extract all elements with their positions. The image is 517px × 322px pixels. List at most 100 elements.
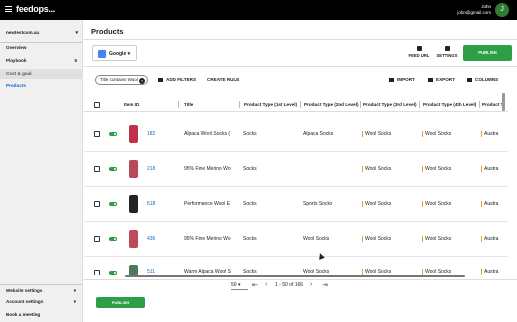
sidebar-item-website-settings[interactable]: Website settings ▾: [0, 286, 82, 296]
table-row[interactable]: 518 Performance Wool E Socks Sports Sock…: [84, 187, 508, 222]
type-l1-cell[interactable]: Socks: [243, 201, 257, 207]
item-id-link[interactable]: 218: [147, 166, 155, 172]
settings-button[interactable]: SETTINGS: [434, 46, 460, 62]
sidebar-item-book-meeting[interactable]: Book a meeting: [0, 310, 82, 320]
sidebar-item-cost-goal[interactable]: Cost & goal: [0, 69, 82, 79]
sidebar-item-overview[interactable]: Overview: [0, 43, 82, 53]
item-id-link[interactable]: 182: [147, 131, 155, 137]
type-l5-cell[interactable]: Austra: [481, 166, 503, 172]
row-checkbox[interactable]: [94, 201, 100, 207]
enable-toggle[interactable]: [109, 132, 117, 136]
page-range: 1 - 50 of 166: [275, 282, 304, 288]
title-cell[interactable]: 95% Fine Merino Wo: [184, 166, 236, 172]
type-l5-cell[interactable]: Austra: [481, 236, 503, 242]
filter-icon: [158, 77, 163, 82]
feed-url-button[interactable]: FEED URL: [406, 46, 432, 62]
type-l1-cell[interactable]: Socks: [243, 236, 257, 242]
title-cell[interactable]: 95% Fine Merino Wo: [184, 236, 236, 242]
user-email: john@gmail.com: [457, 10, 491, 15]
user-info: John john@gmail.com: [457, 4, 491, 16]
enable-toggle[interactable]: [109, 202, 117, 206]
type-l3-cell[interactable]: Wool Socks: [362, 166, 391, 172]
type-l1-cell[interactable]: Socks: [243, 166, 257, 172]
page-size-select[interactable]: 50 ▾: [231, 280, 248, 290]
title-cell[interactable]: Alpaca Wool Socks (: [184, 131, 236, 137]
google-icon: [98, 50, 106, 58]
create-rule-button[interactable]: CREATE RULE: [207, 77, 239, 82]
select-all-checkbox[interactable]: [94, 101, 100, 108]
product-thumbnail: [129, 230, 138, 248]
title-cell[interactable]: Performance Wool E: [184, 201, 236, 207]
type-l2-cell[interactable]: Wool Socks: [303, 236, 329, 242]
columns-icon: [467, 77, 472, 82]
column-header[interactable]: Product Type (1st Level): [244, 102, 297, 107]
publish-button-bottom[interactable]: PUBLISH: [96, 297, 145, 308]
row-checkbox[interactable]: [94, 166, 100, 172]
next-page-icon[interactable]: ›: [310, 281, 312, 288]
export-icon: [428, 77, 433, 82]
grid-icon: [444, 46, 450, 51]
type-l4-cell[interactable]: Wool Socks: [422, 201, 451, 207]
divider: [84, 39, 517, 40]
vertical-scrollbar[interactable]: [502, 93, 505, 111]
type-l3-cell[interactable]: Wool Socks: [362, 131, 391, 137]
table-row[interactable]: 182 Alpaca Wool Socks ( Socks Alpaca Soc…: [84, 117, 508, 152]
type-l2-cell[interactable]: Sports Socks: [303, 201, 332, 207]
type-l2-cell[interactable]: Alpaca Socks: [303, 131, 333, 137]
filter-chip-label: Title contains Wool: [100, 77, 138, 82]
type-l3-cell[interactable]: Wool Socks: [362, 236, 391, 242]
column-header[interactable]: Item ID: [124, 102, 139, 107]
table-row[interactable]: 511 Warm Alpaca Wool S Socks Wool Socks …: [84, 257, 508, 275]
column-header[interactable]: Product Type (3rd Level): [363, 102, 417, 107]
sidebar-item-account-settings[interactable]: Account settings ▾: [0, 297, 82, 307]
publish-button[interactable]: PUBLISH: [463, 45, 512, 61]
filter-chip[interactable]: Title contains Wool ×: [95, 75, 148, 85]
type-l1-cell[interactable]: Socks: [243, 131, 257, 137]
type-l5-cell[interactable]: Austra: [481, 201, 503, 207]
type-l5-cell[interactable]: Austra: [481, 131, 503, 137]
type-l4-cell[interactable]: Wool Socks: [422, 236, 451, 242]
enable-toggle[interactable]: [109, 271, 117, 275]
table-row[interactable]: 436 95% Fine Merino Wo Socks Wool Socks …: [84, 222, 508, 257]
sidebar: newtestcom.au ▾ Overview Playbook 5 Cost …: [0, 20, 83, 322]
chevron-down-icon: ▾: [75, 30, 78, 36]
horizontal-scrollbar[interactable]: [125, 275, 465, 277]
site-selector[interactable]: newtestcom.au ▾: [6, 30, 78, 36]
add-filters-button[interactable]: ADD FILTERS: [158, 77, 196, 82]
channel-label: Google: [109, 50, 127, 57]
column-header[interactable]: Product Type (2nd Level): [304, 102, 359, 107]
import-button[interactable]: IMPORT: [389, 77, 415, 82]
row-checkbox[interactable]: [94, 270, 100, 275]
channel-dropdown[interactable]: Google ▾: [92, 45, 137, 61]
type-l3-cell[interactable]: Wool Socks: [362, 201, 391, 207]
column-header[interactable]: Product T: [482, 102, 503, 107]
logo[interactable]: feedops...: [16, 4, 55, 14]
menu-icon[interactable]: [5, 6, 12, 12]
top-bar: feedops... John john@gmail.com J: [0, 0, 517, 20]
item-id-link[interactable]: 436: [147, 236, 155, 242]
table-row[interactable]: 218 95% Fine Merino Wo Socks Wool Socks …: [84, 152, 508, 187]
sidebar-item-products[interactable]: Products: [0, 81, 82, 91]
copy-icon: [416, 46, 422, 51]
type-l4-cell[interactable]: Wool Socks: [422, 131, 451, 137]
last-page-icon[interactable]: ⇥: [322, 281, 328, 289]
row-checkbox[interactable]: [94, 236, 100, 242]
export-button[interactable]: EXPORT: [428, 77, 455, 82]
type-l5-cell[interactable]: Austra: [481, 269, 503, 275]
prev-page-icon[interactable]: ‹: [265, 281, 267, 288]
column-header[interactable]: Product Type (4th Level): [423, 102, 476, 107]
table-header: Item ID Title Product Type (1st Level) P…: [84, 98, 508, 112]
enable-toggle[interactable]: [109, 237, 117, 241]
chevron-down-icon: ▾: [73, 288, 76, 293]
enable-toggle[interactable]: [109, 167, 117, 171]
close-icon[interactable]: ×: [139, 77, 145, 84]
first-page-icon[interactable]: ⇤: [252, 281, 258, 289]
column-header[interactable]: Title: [184, 102, 193, 107]
sidebar-item-playbook[interactable]: Playbook 5: [0, 56, 82, 66]
item-id-link[interactable]: 518: [147, 201, 155, 207]
row-checkbox[interactable]: [94, 131, 100, 137]
columns-button[interactable]: COLUMNS: [467, 77, 498, 82]
avatar[interactable]: J: [495, 3, 509, 17]
product-thumbnail: [129, 195, 138, 213]
type-l4-cell[interactable]: Wool Socks: [422, 166, 451, 172]
